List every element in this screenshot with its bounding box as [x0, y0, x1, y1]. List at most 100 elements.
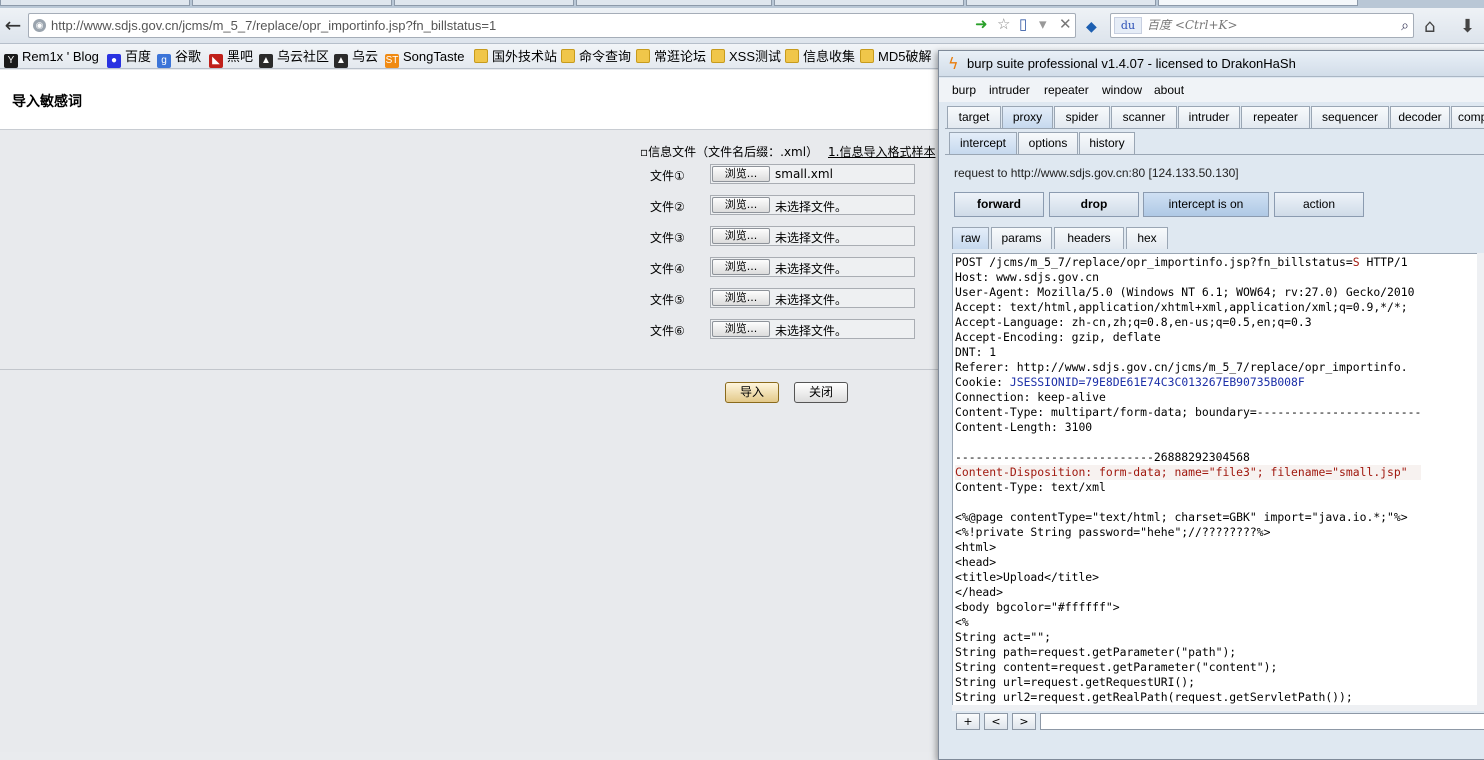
search-placeholder: 百度 <Ctrl+K> — [1147, 18, 1238, 32]
file-input[interactable]: 浏览... small.xml — [710, 164, 915, 184]
download-arrow-icon[interactable]: ⬇ — [1460, 16, 1475, 37]
bookmark-wooyun[interactable]: ▲ 乌云 — [334, 47, 378, 68]
tab-headers[interactable]: headers — [1054, 227, 1124, 249]
browser-tab-active[interactable] — [1158, 0, 1358, 6]
request-editor[interactable]: POST /jcms/m_5_7/replace/opr_importinfo.… — [952, 253, 1484, 709]
tab-decoder[interactable]: decoder — [1390, 106, 1450, 128]
request-line: Accept: text/html,application/xhtml+xml,… — [955, 300, 1408, 314]
add-button[interactable]: + — [956, 713, 980, 730]
dropdown-arrow-icon[interactable]: ▾ — [1039, 17, 1047, 33]
request-line: User-Agent: Mozilla/5.0 (Windows NT 6.1;… — [955, 285, 1415, 299]
bookmark-baidu[interactable]: ● 百度 — [107, 47, 151, 68]
bookmark-wooyun-community[interactable]: ▲ 乌云社区 — [259, 47, 329, 68]
bookmark-rem1x[interactable]: Y Rem1x ' Blog — [4, 47, 99, 68]
phone-icon[interactable]: ▯ — [1019, 17, 1027, 33]
file-input[interactable]: 浏览... 未选择文件。 — [710, 257, 915, 277]
request-line: Referer: http://www.sdjs.gov.cn/jcms/m_5… — [955, 360, 1408, 374]
tab-scanner[interactable]: scanner — [1111, 106, 1177, 128]
file-input[interactable]: 浏览... 未选择文件。 — [710, 195, 915, 215]
globe-icon: ◉ — [33, 19, 46, 32]
tab-intercept[interactable]: intercept — [949, 132, 1017, 154]
tab-intruder[interactable]: intruder — [1178, 106, 1240, 128]
burp-suite-window: ϟ burp suite professional v1.4.07 - lice… — [938, 50, 1484, 760]
request-text[interactable]: POST /jcms/m_5_7/replace/opr_importinfo.… — [955, 255, 1422, 705]
menu-about[interactable]: about — [1154, 83, 1184, 97]
browse-button[interactable]: 浏览... — [712, 321, 770, 337]
menu-intruder[interactable]: intruder — [989, 83, 1030, 97]
drop-button[interactable]: drop — [1049, 192, 1139, 217]
tab-history[interactable]: history — [1079, 132, 1135, 154]
file-name: 未选择文件。 — [775, 231, 848, 245]
folder-icon — [636, 49, 650, 63]
close-button[interactable]: 关闭 — [794, 382, 848, 403]
search-input[interactable] — [1040, 713, 1484, 730]
browser-tab[interactable] — [192, 0, 392, 6]
forward-button[interactable]: forward — [954, 192, 1044, 217]
browser-tab[interactable] — [576, 0, 772, 6]
vertical-scrollbar[interactable] — [1477, 253, 1484, 709]
sample-format-link[interactable]: 1.信息导入格式样本 — [828, 143, 935, 160]
tab-comparer[interactable]: comp — [1451, 106, 1484, 128]
bookmark-folder-recon[interactable]: 信息收集 — [785, 47, 855, 66]
burp-menubar: burp intruder repeater window about — [939, 78, 1484, 102]
browser-tab[interactable] — [966, 0, 1156, 6]
browse-button[interactable]: 浏览... — [712, 197, 770, 213]
bookmark-star-icon[interactable]: ☆ — [997, 17, 1010, 33]
bookmark-folder-forums[interactable]: 常逛论坛 — [636, 47, 706, 66]
tab-sequencer[interactable]: sequencer — [1311, 106, 1389, 128]
baidu-engine-icon[interactable]: du — [1114, 17, 1142, 34]
browser-tab[interactable] — [394, 0, 574, 6]
menu-repeater[interactable]: repeater — [1044, 83, 1089, 97]
browse-button[interactable]: 浏览... — [712, 259, 770, 275]
browse-button[interactable]: 浏览... — [712, 166, 770, 182]
tab-proxy[interactable]: proxy — [1002, 106, 1053, 128]
tab-target[interactable]: target — [947, 106, 1001, 128]
bookmark-folder-xss[interactable]: XSS测试 — [711, 47, 781, 66]
tab-repeater[interactable]: repeater — [1241, 106, 1310, 128]
wooyun-icon: ▲ — [259, 54, 273, 68]
browser-tab[interactable] — [0, 0, 190, 6]
tab-hex[interactable]: hex — [1126, 227, 1168, 249]
bookmark-google[interactable]: g 谷歌 — [157, 47, 201, 68]
search-magnifier-icon[interactable]: ⌕ — [1401, 15, 1409, 38]
tab-raw[interactable]: raw — [952, 227, 989, 249]
tab-params[interactable]: params — [991, 227, 1052, 249]
tab-options[interactable]: options — [1018, 132, 1078, 154]
burp-window-title: burp suite professional v1.4.07 - licens… — [967, 56, 1296, 71]
home-icon[interactable]: ⌂ — [1424, 16, 1435, 37]
previous-button[interactable]: < — [984, 713, 1008, 730]
bookmark-heiba[interactable]: ◣ 黑吧 — [209, 47, 253, 68]
tab-spider[interactable]: spider — [1054, 106, 1110, 128]
request-line: <%!private String password="hehe";//????… — [955, 525, 1271, 539]
browse-button[interactable]: 浏览... — [712, 228, 770, 244]
stop-icon[interactable]: ✕ — [1059, 17, 1072, 33]
request-line: String url2=request.getRealPath(request.… — [955, 690, 1353, 704]
intercept-toggle-button[interactable]: intercept is on — [1143, 192, 1269, 217]
action-button[interactable]: action — [1274, 192, 1364, 217]
browser-tab[interactable] — [774, 0, 964, 6]
import-button[interactable]: 导入 — [725, 382, 779, 403]
baidu-paw-icon: ● — [107, 54, 121, 68]
addon-fish-icon[interactable]: ◆ — [1086, 19, 1097, 35]
file-input[interactable]: 浏览... 未选择文件。 — [710, 319, 915, 339]
file-input[interactable]: 浏览... 未选择文件。 — [710, 226, 915, 246]
bookmark-folder-commands[interactable]: 命令查询 — [561, 47, 631, 66]
next-button[interactable]: > — [1012, 713, 1036, 730]
bookmark-songtaste[interactable]: ST SongTaste — [385, 47, 464, 68]
back-arrow-icon[interactable]: ← — [0, 12, 26, 40]
request-line: Content-Type: multipart/form-data; bound… — [955, 405, 1422, 419]
bookmark-folder-md5[interactable]: MD5破解 — [860, 47, 931, 66]
request-line — [955, 495, 1421, 510]
menu-burp[interactable]: burp — [952, 83, 976, 97]
browse-button[interactable]: 浏览... — [712, 290, 770, 306]
burp-titlebar[interactable]: ϟ burp suite professional v1.4.07 - lice… — [939, 51, 1484, 77]
file-input[interactable]: 浏览... 未选择文件。 — [710, 288, 915, 308]
request-line: String path=request.getParameter("path")… — [955, 645, 1237, 659]
bookmark-folder-foreign[interactable]: 国外技术站 — [474, 47, 557, 66]
menu-window[interactable]: window — [1102, 83, 1142, 97]
go-arrow-icon[interactable]: ➜ — [975, 17, 988, 33]
request-line: String content=request.getParameter("con… — [955, 660, 1278, 674]
url-bar[interactable]: ◉ http://www.sdjs.gov.cn/jcms/m_5_7/repl… — [28, 13, 1076, 38]
search-box[interactable]: du 百度 <Ctrl+K> ⌕ — [1110, 13, 1414, 38]
horizontal-scrollbar[interactable] — [952, 705, 1484, 711]
